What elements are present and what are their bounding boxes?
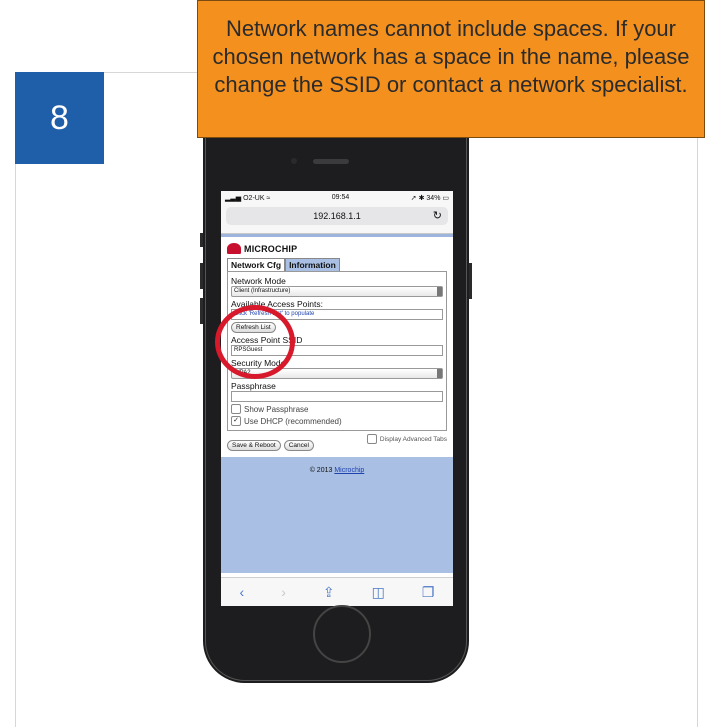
brand-name: MICROCHIP: [244, 243, 298, 254]
show-passphrase-checkbox[interactable]: [231, 404, 241, 414]
browser-toolbar: ‹ › ⇪ ◫ ❐: [221, 577, 453, 606]
clock-label: 09:54: [331, 194, 350, 201]
instruction-callout: Network names cannot include spaces. If …: [197, 0, 705, 138]
bookmarks-icon[interactable]: ◫: [372, 584, 385, 601]
step-number: 8: [50, 98, 69, 137]
microchip-link[interactable]: Microchip: [334, 467, 364, 474]
status-bar: ▂▃▅ O2-UK ≈ 09:54 ➚ ✱ 34% ▭: [221, 191, 453, 204]
back-icon[interactable]: ‹: [240, 584, 245, 600]
tab-bar: Network Cfg Information: [227, 258, 447, 271]
microchip-logo-icon: [227, 243, 241, 254]
mute-switch: [200, 233, 203, 247]
url-text: 192.168.1.1: [313, 211, 361, 221]
use-dhcp-checkbox[interactable]: ✓: [231, 416, 241, 426]
volume-up-button: [200, 263, 203, 289]
show-passphrase-label: Show Passphrase: [244, 404, 309, 414]
share-icon[interactable]: ⇪: [323, 584, 335, 601]
passphrase-input[interactable]: [231, 391, 443, 402]
address-bar: 192.168.1.1 ↻: [221, 204, 453, 234]
home-button[interactable]: [313, 605, 371, 663]
tab-information[interactable]: Information: [285, 258, 340, 271]
cancel-button[interactable]: Cancel: [283, 439, 314, 451]
reload-icon[interactable]: ↻: [433, 209, 442, 222]
volume-down-button: [200, 298, 203, 324]
carrier-label: ▂▃▅ O2-UK ≈: [225, 194, 271, 202]
highlight-circle: [215, 305, 295, 379]
form-actions: Save & Reboot Cancel Display Advanced Ta…: [227, 434, 447, 451]
copyright-text: © 2013: [309, 467, 333, 474]
step-number-badge: 8: [15, 72, 104, 164]
use-dhcp-label: Use DHCP (recommended): [244, 416, 342, 426]
microchip-logo: MICROCHIP: [227, 241, 447, 256]
tab-network-cfg[interactable]: Network Cfg: [227, 258, 286, 271]
use-dhcp-option[interactable]: ✓ Use DHCP (recommended): [231, 416, 443, 426]
callout-text: Network names cannot include spaces. If …: [212, 16, 690, 97]
advanced-tabs-checkbox[interactable]: [366, 434, 377, 444]
network-mode-select[interactable]: Client (Infrastructure): [231, 286, 443, 297]
passphrase-label: Passphrase: [231, 381, 276, 391]
advanced-tabs-label: Display Advanced Tabs: [379, 435, 447, 443]
tabs-icon[interactable]: ❐: [422, 584, 435, 601]
phone-screen: ▂▃▅ O2-UK ≈ 09:54 ➚ ✱ 34% ▭ 192.168.1.1 …: [221, 191, 453, 606]
forward-icon[interactable]: ›: [281, 584, 286, 600]
page-footer: © 2013 Microchip: [221, 457, 453, 573]
earpiece-icon: [313, 159, 349, 164]
url-field[interactable]: 192.168.1.1 ↻: [226, 207, 448, 225]
power-button: [469, 263, 472, 299]
battery-indicator: ➚ ✱ 34% ▭: [410, 194, 449, 202]
show-passphrase-option[interactable]: Show Passphrase: [231, 404, 443, 414]
network-mode-label: Network Mode: [231, 276, 286, 286]
save-reboot-button[interactable]: Save & Reboot: [227, 439, 281, 451]
iphone-device: ▂▃▅ O2-UK ≈ 09:54 ➚ ✱ 34% ▭ 192.168.1.1 …: [200, 138, 472, 683]
advanced-tabs-option[interactable]: Display Advanced Tabs: [366, 434, 447, 444]
front-camera-icon: [291, 158, 297, 164]
